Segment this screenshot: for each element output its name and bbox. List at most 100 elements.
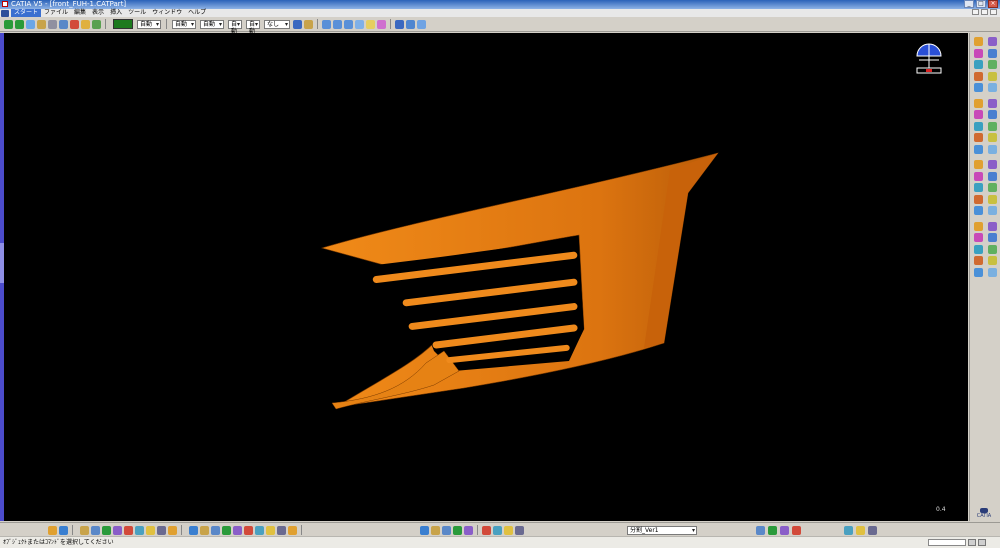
constraint2-icon[interactable] [768, 526, 777, 535]
reorder-icon[interactable] [493, 526, 502, 535]
shaft-icon[interactable] [974, 48, 983, 58]
normal-view-icon[interactable] [266, 526, 275, 535]
layer-combo[interactable]: 自動 [246, 19, 260, 35]
properties-icon[interactable] [293, 19, 302, 29]
translate-icon[interactable] [974, 144, 983, 154]
knowledge-icon[interactable] [395, 19, 404, 29]
slot-icon[interactable] [974, 71, 983, 81]
point-symbol-combo[interactable]: 自動 [228, 19, 242, 35]
doc-minimize-button[interactable] [972, 9, 979, 15]
close-button[interactable]: × [988, 0, 998, 8]
catia-app-icon[interactable] [2, 1, 8, 7]
axis-system-icon[interactable] [59, 526, 68, 535]
analysis2-icon[interactable] [844, 526, 853, 535]
command-cancel-button[interactable] [978, 539, 986, 546]
rotate2-icon[interactable] [233, 526, 242, 535]
shell-icon[interactable] [988, 98, 997, 108]
whatsthis-icon[interactable] [189, 526, 198, 535]
curve-icon[interactable] [322, 19, 331, 29]
measure-between-icon[interactable] [988, 244, 997, 254]
undo-icon[interactable] [157, 526, 166, 535]
material-icon[interactable] [442, 526, 451, 535]
hide-show-icon[interactable] [420, 526, 429, 535]
constraint-icon[interactable] [988, 256, 997, 265]
sew-surface-icon[interactable] [988, 133, 997, 142]
union-trim-icon[interactable] [988, 206, 997, 215]
line-icon[interactable] [974, 233, 983, 242]
compass-icon[interactable] [909, 38, 949, 78]
thread-icon[interactable] [988, 110, 997, 119]
check-icon[interactable] [417, 19, 426, 29]
doc-close-button[interactable] [990, 9, 997, 15]
line-thickness-combo[interactable]: 自動 [172, 19, 196, 29]
pocket-icon[interactable] [988, 37, 997, 46]
document-menu-icon[interactable] [1, 9, 9, 17]
menu-file[interactable]: ファイル [41, 9, 71, 17]
formula-icon[interactable] [974, 267, 983, 277]
part-icon[interactable] [792, 526, 801, 535]
spline-icon[interactable] [333, 19, 342, 29]
hole-icon[interactable] [974, 60, 983, 69]
draft-icon[interactable] [974, 98, 983, 108]
menu-window[interactable]: ウィンドウ [149, 9, 185, 17]
close-surface-icon[interactable] [974, 133, 983, 142]
fit-all-icon[interactable] [211, 526, 220, 535]
zoom-out-icon[interactable] [255, 526, 264, 535]
body-selector-combo[interactable]: 分割_Ver1 [627, 526, 697, 535]
extrude-icon[interactable] [377, 19, 386, 29]
rule-icon[interactable] [406, 19, 415, 29]
transparency-combo[interactable]: 自動 [137, 19, 161, 29]
menu-tools[interactable]: ツール [125, 9, 149, 17]
split-icon[interactable] [974, 121, 983, 131]
print-icon[interactable] [113, 526, 122, 535]
pad-icon[interactable] [974, 37, 983, 46]
new-icon[interactable] [80, 526, 89, 535]
painter-icon[interactable] [304, 19, 313, 29]
surface-icon[interactable] [355, 19, 364, 29]
pattern-icon[interactable] [974, 171, 983, 181]
assemble-icon[interactable] [988, 183, 997, 192]
mirror-icon[interactable] [988, 160, 997, 169]
connect-icon[interactable] [344, 19, 353, 29]
pan-icon[interactable] [4, 19, 13, 29]
thickness-icon[interactable] [974, 110, 983, 119]
update-icon[interactable] [48, 526, 57, 535]
command-ok-button[interactable] [968, 539, 976, 546]
minimize-button[interactable]: _ [964, 0, 974, 8]
assembly-icon[interactable] [756, 526, 765, 535]
rotate-feature-icon[interactable] [988, 144, 997, 154]
3d-viewport[interactable]: 0.4 [4, 33, 968, 521]
geometry-icon[interactable] [515, 526, 524, 535]
fly-icon[interactable] [200, 526, 209, 535]
rendering-combo[interactable]: なし [264, 19, 290, 29]
select-icon[interactable] [48, 19, 57, 29]
measure-icon[interactable] [81, 19, 90, 29]
sketch-icon[interactable] [37, 19, 46, 29]
save-icon[interactable] [102, 526, 111, 535]
insert-icon[interactable] [780, 526, 789, 535]
groove-icon[interactable] [988, 48, 997, 58]
symmetry-icon[interactable] [974, 160, 983, 169]
stop-icon[interactable] [868, 526, 877, 535]
axis-icon[interactable] [974, 244, 983, 254]
text-icon[interactable] [70, 19, 79, 29]
color-swatch[interactable] [113, 19, 133, 29]
boolean-icon[interactable] [974, 183, 983, 192]
add-icon[interactable] [974, 194, 983, 204]
catalog-icon[interactable] [988, 267, 997, 277]
copy-icon[interactable] [135, 526, 144, 535]
redo-icon[interactable] [168, 526, 177, 535]
fillet-icon[interactable] [974, 83, 983, 92]
plane-icon[interactable] [988, 233, 997, 242]
menu-start[interactable]: スタート [11, 9, 42, 17]
part-geometry[interactable] [4, 33, 968, 521]
parameters-icon[interactable] [504, 526, 513, 535]
menu-view[interactable]: 表示 [89, 9, 107, 17]
zoom-in-icon[interactable] [244, 526, 253, 535]
paste-icon[interactable] [146, 526, 155, 535]
line-type-combo[interactable]: 自動 [200, 19, 224, 29]
body-icon[interactable] [464, 526, 473, 535]
thick-surface-icon[interactable] [988, 121, 997, 131]
intersect-icon[interactable] [974, 206, 983, 215]
sketcher-icon[interactable] [482, 526, 491, 535]
